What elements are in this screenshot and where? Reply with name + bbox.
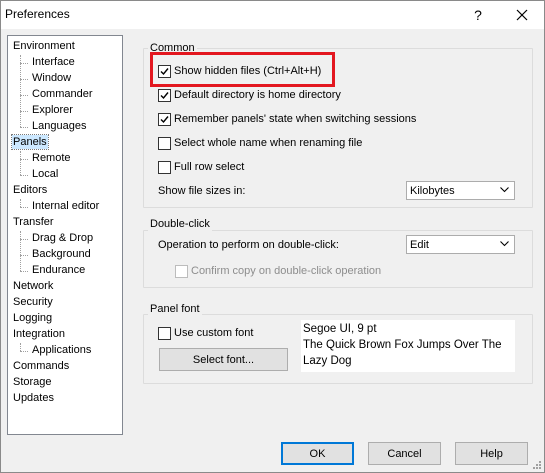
tree-item-updates[interactable]: Updates	[12, 391, 55, 405]
help-button[interactable]: Help	[455, 442, 528, 465]
full-row-select-checkbox[interactable]	[158, 160, 171, 174]
tree-connector	[20, 95, 28, 96]
default-dir-home-option[interactable]: Default directory is home directory	[158, 88, 341, 102]
double-click-operation-label: Operation to perform on double-click:	[158, 239, 339, 251]
remember-state-label: Remember panels' state when switching se…	[174, 113, 417, 125]
checkmark-icon	[160, 67, 169, 75]
chevron-down-icon	[500, 187, 509, 193]
tree-item-window[interactable]: Window	[31, 71, 72, 85]
tree-connector	[20, 255, 28, 256]
use-custom-font-checkbox[interactable]	[158, 326, 171, 340]
tree-connector	[20, 343, 21, 351]
select-whole-name-option[interactable]: Select whole name when renaming file	[158, 136, 362, 150]
full-row-select-option[interactable]: Full row select	[158, 160, 244, 174]
tree-connector	[20, 151, 21, 175]
confirm-copy-label: Confirm copy on double-click operation	[191, 265, 382, 277]
font-preview-sample: The Quick Brown Fox Jumps Over The Lazy …	[303, 339, 502, 367]
tree-connector	[20, 55, 21, 127]
tree-item-drag-drop[interactable]: Drag & Drop	[31, 231, 94, 245]
tree-connector	[20, 231, 21, 271]
tree-connector	[20, 199, 21, 207]
question-mark-icon: ?	[474, 7, 482, 23]
checkmark-icon	[160, 115, 169, 123]
window-title: Preferences	[5, 7, 70, 21]
category-tree[interactable]: Environment Interface Window Commander E…	[7, 35, 123, 435]
tree-item-local[interactable]: Local	[31, 167, 59, 181]
close-button[interactable]	[501, 2, 543, 28]
tree-connector	[20, 207, 28, 208]
ok-button[interactable]: OK	[281, 442, 354, 465]
tree-item-environment[interactable]: Environment	[12, 39, 76, 53]
full-row-select-label: Full row select	[174, 161, 245, 173]
default-dir-home-label: Default directory is home directory	[174, 89, 341, 101]
select-font-button-label: Select font...	[192, 353, 255, 366]
double-click-operation-value: Edit	[410, 239, 429, 251]
tree-item-internal-editor[interactable]: Internal editor	[31, 199, 100, 213]
tree-connector	[20, 159, 28, 160]
tree-item-transfer[interactable]: Transfer	[12, 215, 55, 229]
tree-connector	[20, 63, 28, 64]
tree-connector	[20, 351, 28, 352]
show-hidden-files-checkbox[interactable]	[158, 64, 171, 78]
tree-item-storage[interactable]: Storage	[12, 375, 53, 389]
tree-item-network[interactable]: Network	[12, 279, 54, 293]
show-hidden-files-option[interactable]: Show hidden files (Ctrl+Alt+H)	[158, 64, 321, 78]
tree-item-applications[interactable]: Applications	[31, 343, 92, 357]
tree-connector	[20, 175, 28, 176]
tree-item-background[interactable]: Background	[31, 247, 92, 261]
common-group-title: Common	[148, 42, 197, 55]
panel-font-group-title: Panel font	[148, 303, 202, 316]
title-help-button[interactable]: ?	[459, 2, 497, 28]
tree-connector	[20, 271, 28, 272]
tree-item-integration[interactable]: Integration	[12, 327, 66, 341]
font-preview: Segoe UI, 9 pt The Quick Brown Fox Jumps…	[301, 320, 515, 372]
file-sizes-dropdown[interactable]: Kilobytes	[406, 181, 515, 200]
tree-item-logging[interactable]: Logging	[12, 311, 53, 325]
ok-button-label: OK	[309, 447, 326, 460]
tree-item-panels[interactable]: Panels	[11, 134, 49, 150]
double-click-operation-dropdown[interactable]: Edit	[406, 235, 515, 254]
checkmark-icon	[160, 91, 169, 99]
select-whole-name-checkbox[interactable]	[158, 136, 171, 150]
close-icon	[516, 9, 528, 21]
preferences-dialog: Preferences ? Environment Interface Wind…	[0, 0, 545, 473]
tree-item-endurance[interactable]: Endurance	[31, 263, 86, 277]
tree-item-interface[interactable]: Interface	[31, 55, 76, 69]
tree-item-security[interactable]: Security	[12, 295, 54, 309]
select-font-button[interactable]: Select font...	[159, 348, 288, 371]
cancel-button[interactable]: Cancel	[368, 442, 441, 465]
help-button-label: Help	[480, 447, 503, 460]
file-sizes-value: Kilobytes	[410, 185, 455, 197]
tree-item-remote[interactable]: Remote	[31, 151, 72, 165]
tree-connector	[20, 127, 28, 128]
tree-connector	[20, 239, 28, 240]
title-bar: Preferences ?	[1, 1, 544, 29]
cancel-button-label: Cancel	[387, 447, 422, 460]
remember-state-checkbox[interactable]	[158, 112, 171, 126]
tree-item-explorer[interactable]: Explorer	[31, 103, 74, 117]
remember-state-option[interactable]: Remember panels' state when switching se…	[158, 112, 416, 126]
chevron-down-icon	[500, 241, 509, 247]
use-custom-font-label: Use custom font	[174, 327, 254, 339]
tree-item-commands[interactable]: Commands	[12, 359, 70, 373]
tree-item-languages[interactable]: Languages	[31, 119, 87, 133]
default-dir-home-checkbox[interactable]	[158, 88, 171, 102]
select-whole-name-label: Select whole name when renaming file	[174, 137, 363, 149]
show-hidden-files-label: Show hidden files (Ctrl+Alt+H)	[174, 65, 322, 77]
file-sizes-label: Show file sizes in:	[158, 185, 246, 197]
font-preview-name: Segoe UI, 9 pt	[303, 323, 377, 335]
tree-connector	[20, 111, 28, 112]
tree-connector	[20, 79, 28, 80]
confirm-copy-checkbox[interactable]	[175, 264, 188, 278]
double-click-group-title: Double-click	[148, 218, 212, 231]
tree-item-commander[interactable]: Commander	[31, 87, 94, 101]
tree-item-editors[interactable]: Editors	[12, 183, 48, 197]
confirm-copy-option[interactable]: Confirm copy on double-click operation	[175, 264, 381, 278]
resize-grip-icon[interactable]	[532, 460, 542, 470]
use-custom-font-option[interactable]: Use custom font	[158, 326, 253, 340]
